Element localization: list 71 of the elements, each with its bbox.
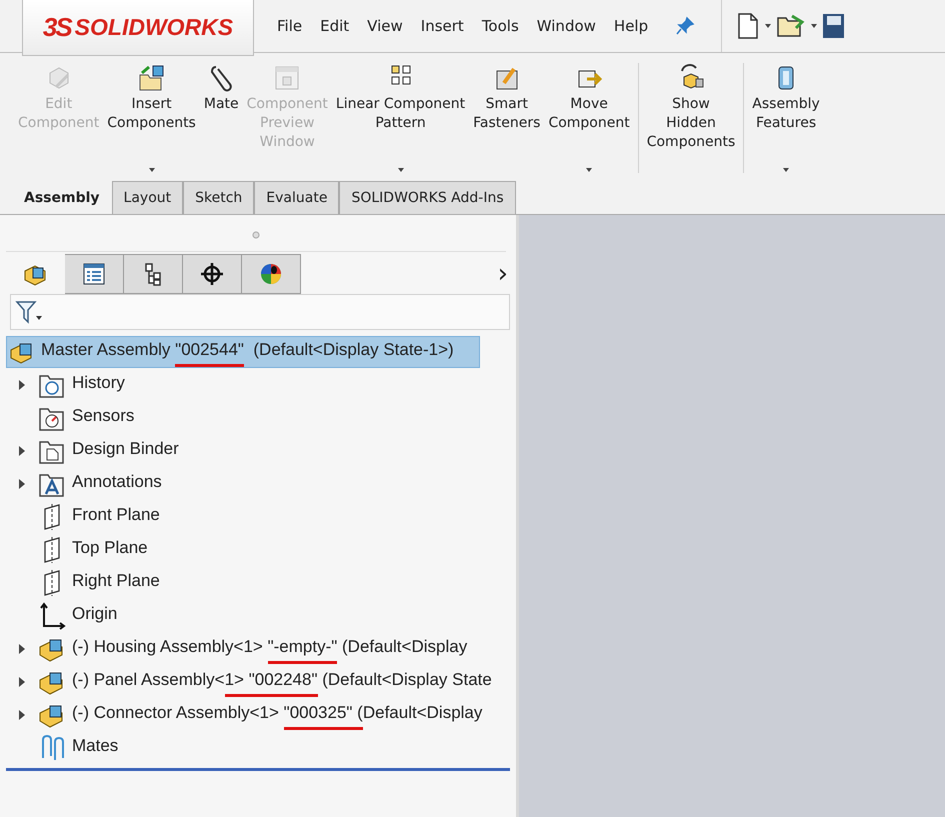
list-icon bbox=[81, 261, 107, 287]
expand-arrow-icon[interactable] bbox=[18, 676, 26, 688]
app-logo[interactable]: 3SSOLIDWORKS bbox=[22, 0, 254, 56]
caret-icon[interactable] bbox=[396, 167, 405, 173]
expand-arrow-icon[interactable] bbox=[18, 478, 26, 490]
ribbon-button[interactable]: Show Hidden Components bbox=[638, 63, 740, 173]
ribbon-tab[interactable]: Sketch bbox=[183, 181, 254, 214]
expand-arrow-icon[interactable] bbox=[18, 708, 26, 720]
origin-axes-icon bbox=[38, 602, 66, 630]
tree-label: History bbox=[72, 372, 125, 394]
expand-arrow-icon[interactable] bbox=[18, 378, 26, 390]
menu-item[interactable]: Window bbox=[528, 17, 605, 35]
tree-row[interactable]: Annotations bbox=[6, 467, 516, 500]
tree-label: (-) Connector Assembly<1> "000325" (Default<Display bbox=[72, 698, 482, 730]
crosshair-icon bbox=[199, 261, 225, 287]
ribbon-button[interactable]: Assembly Features bbox=[743, 63, 824, 173]
menu-item[interactable]: Insert bbox=[412, 17, 473, 35]
menu-item[interactable]: Tools bbox=[472, 17, 528, 35]
caret-icon[interactable] bbox=[782, 167, 790, 173]
tree-row[interactable]: Top Plane bbox=[6, 533, 516, 566]
ribbon-button[interactable]: Mate bbox=[200, 63, 243, 173]
caret-icon[interactable] bbox=[810, 23, 818, 29]
ribbon-tab[interactable]: Layout bbox=[112, 181, 184, 214]
tree-label: Design Binder bbox=[72, 438, 179, 460]
menu-item[interactable]: Edit bbox=[311, 17, 358, 35]
ribbon-button[interactable]: Move Component bbox=[544, 63, 634, 173]
caret-icon[interactable] bbox=[148, 167, 156, 173]
panel-tab[interactable] bbox=[65, 254, 124, 294]
menu-item[interactable]: File bbox=[268, 17, 312, 35]
chevron-button[interactable]: › bbox=[498, 259, 508, 289]
drag-handle-icon[interactable] bbox=[252, 231, 260, 239]
caret-icon[interactable] bbox=[585, 167, 594, 173]
expand-arrow-icon[interactable] bbox=[18, 444, 26, 456]
tree-row[interactable]: Origin bbox=[6, 599, 516, 632]
open-folder-icon[interactable] bbox=[776, 12, 806, 40]
tree-row[interactable]: (-) Housing Assembly<1> "-empty-" (Default<Display bbox=[6, 632, 516, 665]
filter-icon[interactable] bbox=[15, 300, 43, 324]
ribbon-button[interactable]: Insert Components bbox=[103, 63, 200, 173]
tree-row[interactable]: (-) Connector Assembly<1> "000325" (Default<Display bbox=[6, 698, 516, 731]
expand-arrow-icon[interactable] bbox=[18, 642, 26, 654]
ribbon-tab[interactable]: Evaluate bbox=[254, 181, 340, 214]
panel-tab[interactable] bbox=[124, 254, 183, 294]
tree-row[interactable]: Mates bbox=[6, 731, 516, 764]
tree-label: Front Plane bbox=[72, 504, 160, 526]
color-ball-icon bbox=[258, 261, 284, 287]
tree-row[interactable]: Sensors bbox=[6, 401, 516, 434]
panel-tab[interactable] bbox=[183, 254, 242, 294]
ribbon-button[interactable]: Linear Component Pattern bbox=[332, 63, 470, 173]
tree-label: Sensors bbox=[72, 404, 134, 426]
menu-item[interactable]: Help bbox=[604, 17, 658, 35]
tree-label: (-) Panel Assembly<1> "002248" (Default<Display State bbox=[72, 666, 492, 698]
logo-mark: 3S bbox=[42, 12, 71, 43]
ribbon-tab[interactable]: SOLIDWORKS Add-Ins bbox=[339, 181, 516, 214]
ribbon-button[interactable]: Smart Fasteners bbox=[469, 63, 544, 173]
caret-icon[interactable] bbox=[764, 23, 772, 29]
pin-icon[interactable] bbox=[675, 16, 696, 36]
menu-item[interactable]: View bbox=[358, 17, 412, 35]
logo-text: SOLIDWORKS bbox=[74, 14, 234, 41]
tree-row[interactable]: History bbox=[6, 368, 516, 401]
tree-label: Annotations bbox=[72, 470, 162, 492]
tree-label: Mates bbox=[72, 734, 118, 756]
tree-row[interactable]: Front Plane bbox=[6, 500, 516, 533]
tree-row[interactable]: Design Binder bbox=[6, 434, 516, 467]
tree-label: (-) Housing Assembly<1> "-empty-" (Default<Display bbox=[72, 632, 468, 664]
tree-label: Origin bbox=[72, 602, 118, 624]
save-icon[interactable] bbox=[822, 12, 844, 40]
tree-label: Right Plane bbox=[72, 570, 160, 592]
tree-row[interactable]: Right Plane bbox=[6, 566, 516, 599]
tree-row[interactable]: (-) Panel Assembly<1> "002248" (Default<Display State bbox=[6, 665, 516, 698]
tree-label: Top Plane bbox=[72, 536, 148, 558]
new-document-icon[interactable] bbox=[736, 12, 760, 40]
